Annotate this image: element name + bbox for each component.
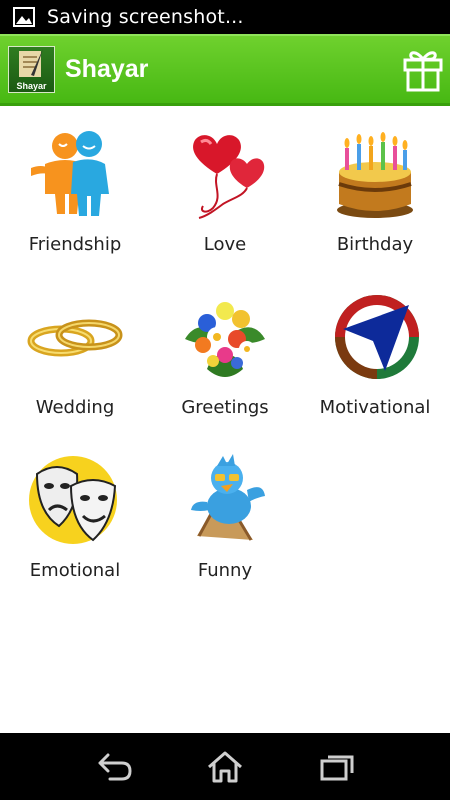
category-label: Wedding — [35, 397, 115, 418]
quill-scroll-icon — [19, 49, 43, 77]
status-bar: Saving screenshot... — [0, 0, 450, 34]
app-title: Shayar — [65, 55, 149, 83]
action-bar: Shayar Shayar — [0, 34, 450, 106]
recent-apps-icon[interactable] — [318, 749, 358, 785]
status-text: Saving screenshot... — [47, 6, 244, 28]
funny-bird-icon — [191, 454, 265, 541]
back-icon[interactable] — [94, 749, 134, 785]
wedding-rings-icon — [27, 319, 123, 357]
category-birthday[interactable]: Birthday — [300, 106, 450, 256]
category-wedding[interactable]: Wedding — [0, 269, 150, 419]
category-label: Emotional — [29, 560, 121, 581]
flower-bouquet-icon — [185, 302, 265, 377]
compass-arrow-icon — [335, 295, 419, 379]
category-emotional[interactable]: Emotional — [0, 432, 150, 582]
category-label: Love — [203, 234, 247, 255]
category-love[interactable]: Love — [150, 106, 300, 256]
category-label: Friendship — [28, 234, 122, 255]
image-icon — [13, 7, 35, 27]
category-motivational[interactable]: Motivational — [300, 269, 450, 419]
nav-bar — [0, 733, 450, 800]
category-friendship[interactable]: Friendship — [0, 106, 150, 256]
category-label: Greetings — [181, 397, 269, 418]
friendship-icon — [31, 131, 109, 216]
category-funny[interactable]: Funny — [150, 432, 300, 582]
heart-balloons-icon — [193, 135, 265, 219]
gift-icon[interactable] — [402, 44, 444, 94]
home-icon[interactable] — [205, 749, 245, 785]
category-label: Funny — [197, 560, 253, 581]
drama-masks-icon — [29, 456, 117, 544]
category-label: Motivational — [319, 397, 431, 418]
app-logo[interactable]: Shayar — [8, 46, 55, 93]
category-label: Birthday — [336, 234, 414, 255]
birthday-cake-icon — [337, 132, 413, 218]
category-greetings[interactable]: Greetings — [150, 269, 300, 419]
app-logo-label: Shayar — [16, 81, 47, 91]
